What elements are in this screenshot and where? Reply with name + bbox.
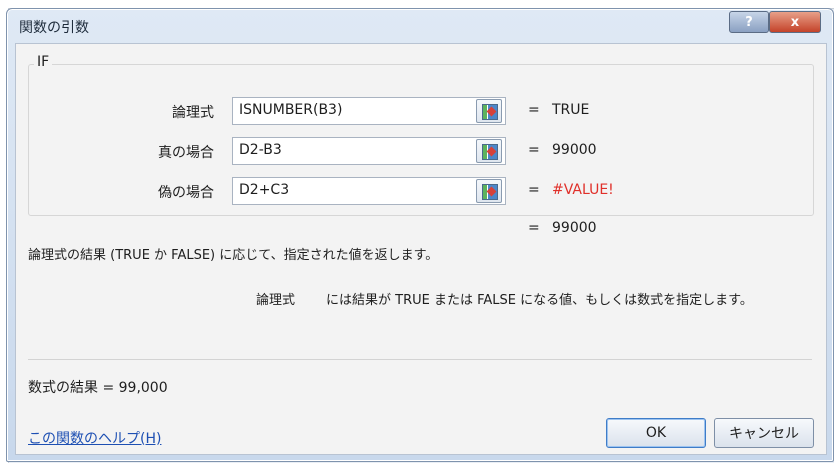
range-select-button[interactable] <box>476 99 502 123</box>
arg-result-value-if-false: #VALUE! <box>552 182 614 198</box>
ok-button[interactable]: OK <box>606 418 706 448</box>
function-name: IF <box>34 54 53 70</box>
formula-result: 数式の結果 = 99,000 <box>28 380 168 396</box>
arg-input-value-if-true[interactable]: D2-B3 <box>232 137 506 165</box>
arg-label-value-if-true: 真の場合 <box>158 145 214 161</box>
cancel-button[interactable]: キャンセル <box>714 418 814 448</box>
function-arguments-dialog: 関数の引数 ? x IF 論理式 ISNUMBER(B3) = TRUE 真の場… <box>6 8 834 462</box>
close-icon: x <box>790 14 800 30</box>
title-bar[interactable]: 関数の引数 ? x <box>7 9 833 43</box>
arg-input-value-if-false[interactable]: D2+C3 <box>232 177 506 205</box>
equals-sign: = <box>528 182 540 198</box>
question-icon: ? <box>745 14 753 30</box>
arg-label-value-if-false: 偽の場合 <box>158 185 214 201</box>
equals-sign: = <box>528 142 540 158</box>
arg-result-logical-test: TRUE <box>552 102 590 118</box>
help-button[interactable]: ? <box>729 11 769 33</box>
argument-help-name: 論理式 <box>256 293 296 308</box>
arg-result-value-if-true: 99000 <box>552 142 597 158</box>
equals-sign: = <box>528 102 540 118</box>
dialog-title: 関数の引数 <box>19 20 89 36</box>
function-help-link[interactable]: この関数のヘルプ(H) <box>28 428 161 448</box>
function-description: 論理式の結果 (TRUE か FALSE) に応じて、指定された値を返します。 <box>28 248 439 263</box>
arg-input-logical-test[interactable]: ISNUMBER(B3) <box>232 97 506 125</box>
range-select-button[interactable] <box>476 139 502 163</box>
dialog-body: IF 論理式 ISNUMBER(B3) = TRUE 真の場合 D2-B3 = … <box>15 43 827 455</box>
equals-sign: = <box>528 220 540 236</box>
divider <box>28 359 812 360</box>
argument-help-text: には結果が TRUE または FALSE になる値、もしくは数式を指定します。 <box>326 293 753 308</box>
range-select-button[interactable] <box>476 179 502 203</box>
function-result: 99000 <box>552 220 597 236</box>
close-button[interactable]: x <box>769 11 821 33</box>
arg-label-logical-test: 論理式 <box>172 105 214 121</box>
